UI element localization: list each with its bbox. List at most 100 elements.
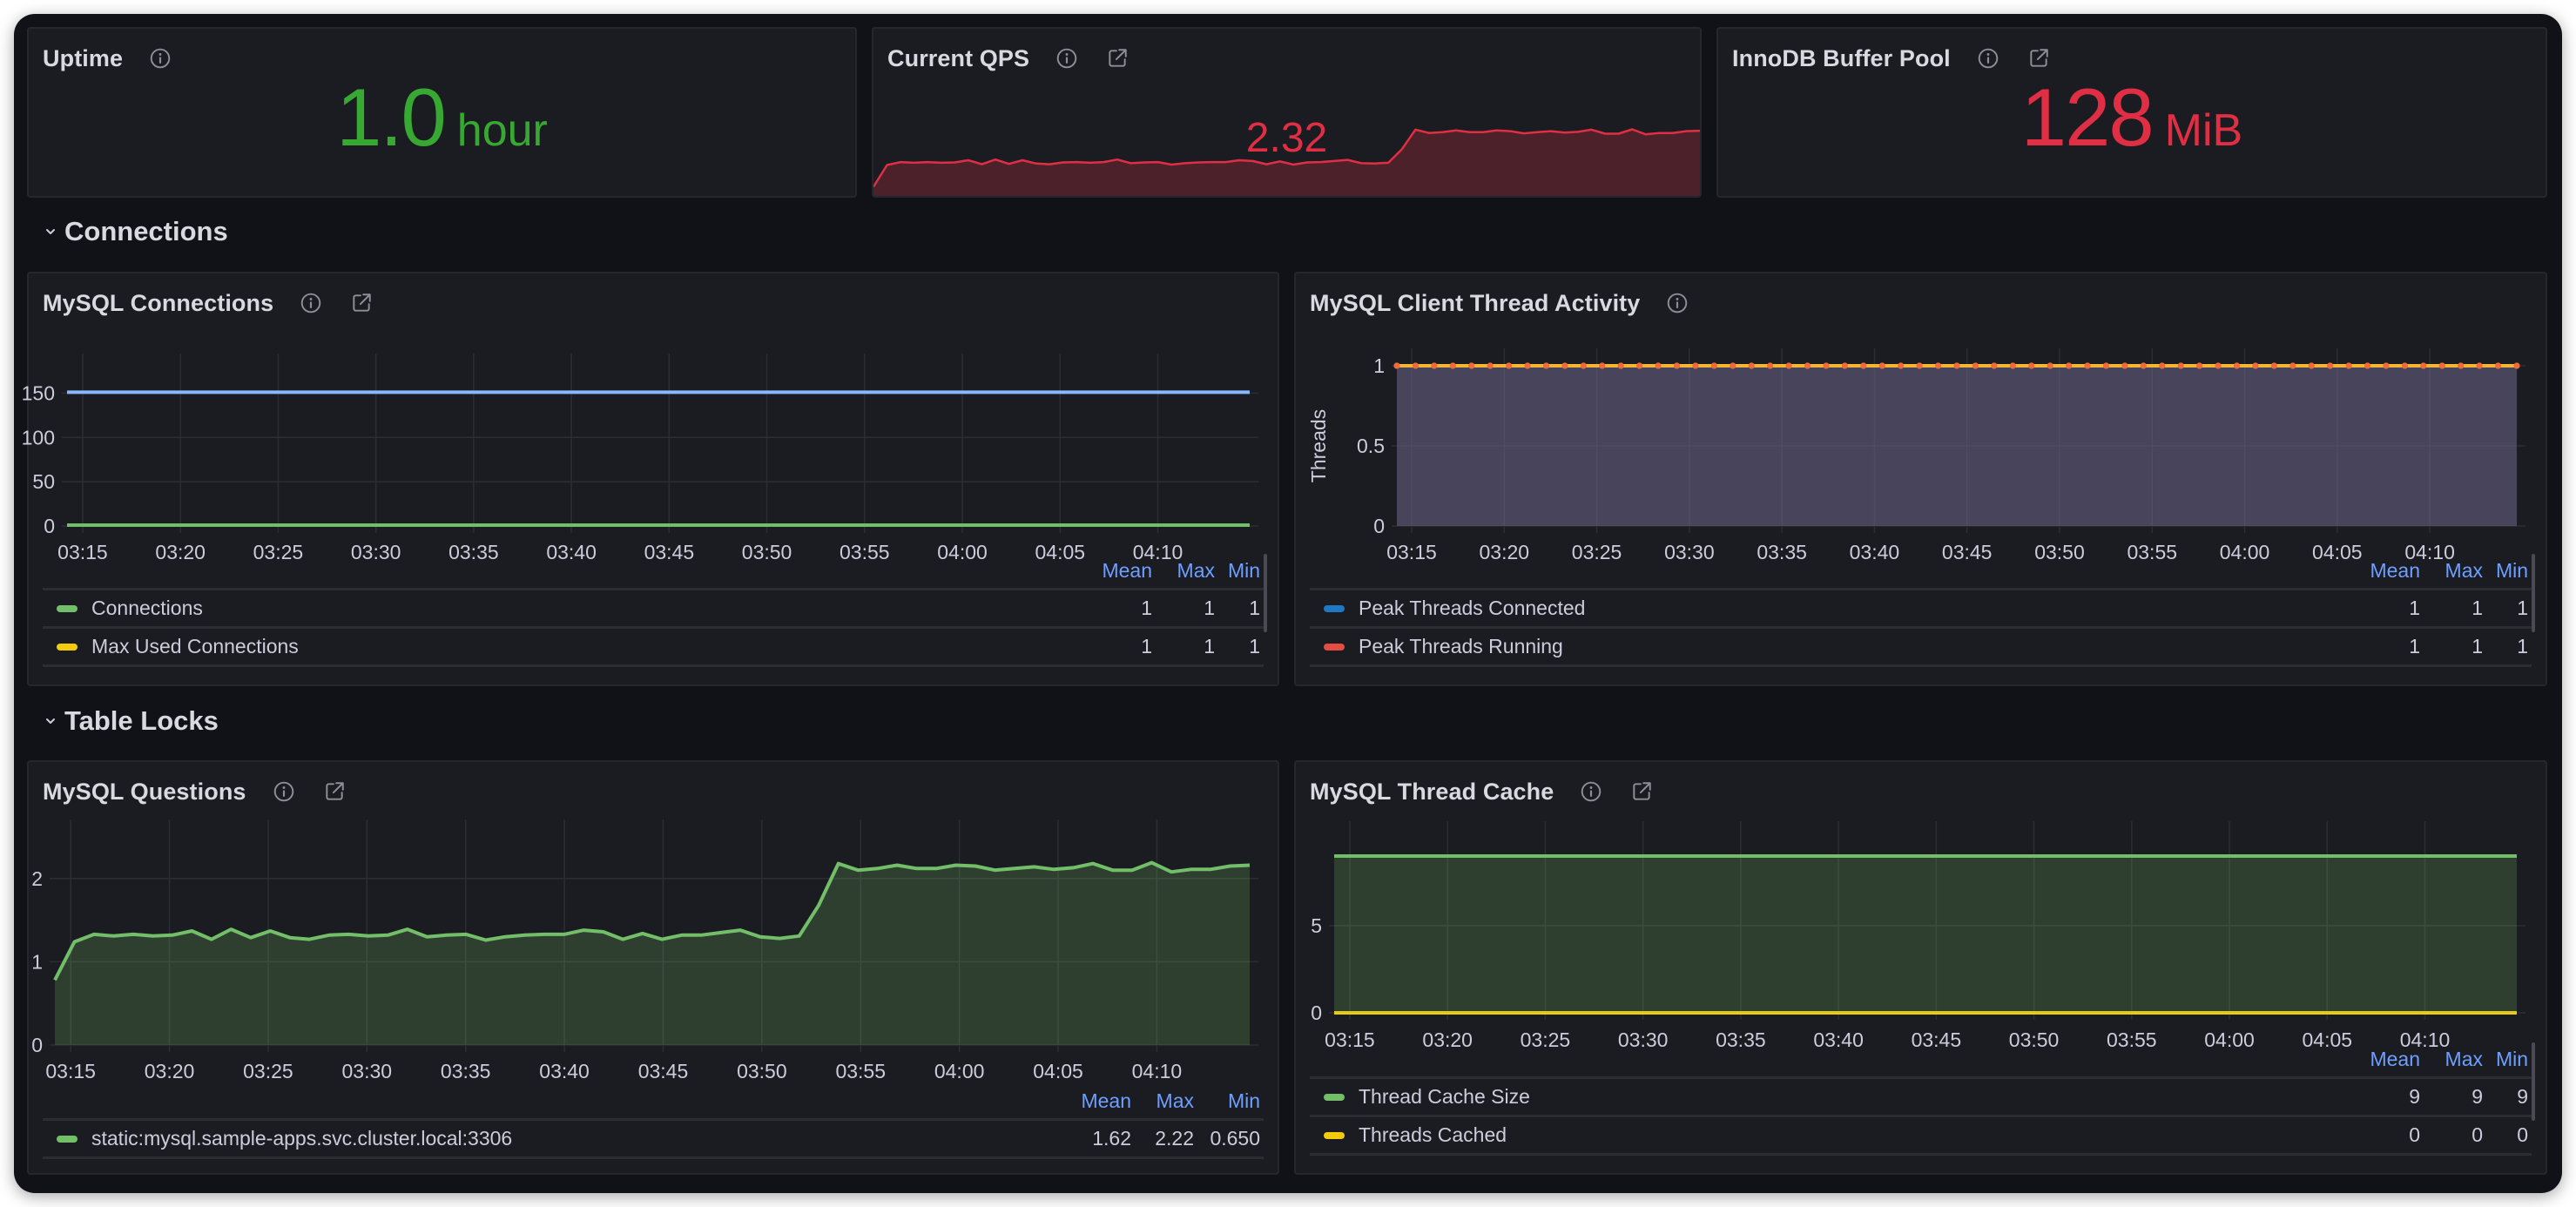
legend-column-min[interactable]: Min	[1194, 1089, 1260, 1113]
mysql-thread-cache-panel: MySQL Thread Cache 0 5 03:15 03:20 03:25 03:3…	[1294, 760, 2547, 1175]
data-point	[1655, 362, 1662, 369]
legend-column-mean[interactable]: Mean	[2342, 559, 2420, 583]
panel-header: Current QPS	[887, 41, 1129, 76]
legend-column-min[interactable]: Min	[1215, 559, 1260, 583]
legend-row[interactable]: static:mysql.sample-apps.svc.cluster.loc…	[43, 1121, 1264, 1159]
legend-header: Mean Max Min	[1310, 554, 2532, 590]
data-point	[1878, 362, 1885, 369]
info-icon[interactable]	[1977, 47, 1999, 70]
section-title[interactable]: Table Locks	[64, 705, 219, 737]
data-point	[1599, 362, 1606, 369]
legend-column-mean[interactable]: Mean	[1053, 1089, 1131, 1113]
data-point	[1524, 362, 1531, 369]
legend-row[interactable]: Thread Cache Size 9 9 9	[1310, 1079, 2532, 1117]
x-tick-label: 03:55	[835, 1060, 886, 1082]
mysql-connections-chart[interactable]: 05010015003:15 03:20 03:25 03:30 03:35 03:40 0…	[22, 273, 1278, 570]
legend-scrollbar[interactable]	[2532, 1042, 2535, 1121]
legend-column-mean[interactable]: Mean	[2342, 1048, 2420, 1071]
legend-value-min: 0	[2517, 1123, 2528, 1146]
legend-series-name[interactable]: Max Used Connections	[91, 635, 1074, 658]
y-tick-label: 0	[44, 515, 55, 537]
legend-series-name[interactable]: Peak Threads Connected	[1359, 597, 2342, 620]
legend-value-min: 1	[1249, 635, 1260, 657]
legend-scrollbar[interactable]	[1264, 554, 1267, 632]
legend-series-name[interactable]: Peak Threads Running	[1359, 635, 2342, 658]
legend-column-max[interactable]: Max	[2420, 559, 2483, 583]
legend-row[interactable]: Peak Threads Connected 1 1 1	[1310, 590, 2532, 629]
data-point	[2476, 362, 2483, 369]
innodb-buffer-pool-panel: InnoDB Buffer Pool 128 MiB	[1716, 27, 2547, 198]
data-point	[1841, 362, 1848, 369]
data-point	[1393, 362, 1400, 369]
legend-column-min[interactable]: Min	[2483, 559, 2528, 583]
legend-table: Mean Max Min Connections 1 1 1 Max Used Connect…	[43, 554, 1267, 667]
legend-swatch[interactable]	[57, 643, 78, 651]
legend-series-name[interactable]: Thread Cache Size	[1359, 1085, 2342, 1109]
legend-swatch[interactable]	[1324, 604, 1345, 612]
y-tick-label: 0	[1373, 515, 1385, 537]
mysql-client-thread-activity-chart[interactable]: 00.5103:15 03:20 03:25 03:30 03:35 03:40 03:45…	[1296, 273, 2546, 570]
data-point	[1730, 362, 1736, 369]
panel-title[interactable]: Current QPS	[887, 45, 1029, 72]
external-link-icon[interactable]	[2027, 47, 2050, 70]
legend-column-max[interactable]: Max	[1152, 559, 1215, 583]
external-link-icon[interactable]	[1106, 47, 1129, 70]
y-tick-label: 0	[31, 1034, 43, 1056]
mysql-questions-chart[interactable]: 0 1 2 03:15 03:20 03:25 03:30 03:35 03:40 03:45 03…	[29, 762, 1278, 1084]
chevron-down-icon[interactable]	[44, 714, 57, 728]
row-table-locks[interactable]: Table Locks	[44, 705, 219, 737]
uptime-panel: Uptime 1.0 hour	[27, 27, 857, 198]
panel-title[interactable]: InnoDB Buffer Pool	[1732, 45, 1951, 72]
legend-value-mean: 1	[2409, 635, 2420, 657]
legend-series-name[interactable]: Connections	[91, 597, 1074, 620]
section-title[interactable]: Connections	[64, 216, 228, 247]
data-point	[1468, 362, 1475, 369]
legend-scrollbar[interactable]	[2532, 554, 2535, 632]
legend-column-min[interactable]: Min	[2483, 1048, 2528, 1071]
x-tick-label: 03:35	[441, 1060, 491, 1082]
legend-column-mean[interactable]: Mean	[1074, 559, 1152, 583]
legend-value-min: 1	[1249, 597, 1260, 619]
legend-row[interactable]: Connections 1 1 1	[43, 590, 1264, 629]
data-point	[2196, 362, 2203, 369]
legend-swatch[interactable]	[57, 1135, 78, 1143]
info-icon[interactable]	[149, 47, 172, 70]
series-area	[1334, 856, 2517, 1013]
data-point	[2121, 362, 2128, 369]
legend-swatch[interactable]	[1324, 1131, 1345, 1139]
x-tick-label: 04:00	[934, 1060, 985, 1082]
legend-value-max: 9	[2471, 1085, 2483, 1108]
legend-series-name[interactable]: Threads Cached	[1359, 1123, 2342, 1147]
row-connections[interactable]: Connections	[44, 216, 228, 247]
y-tick-label: 50	[32, 470, 55, 493]
y-tick-label: 0.5	[1357, 435, 1385, 457]
legend-row[interactable]: Threads Cached 0 0 0	[1310, 1117, 2532, 1156]
info-icon[interactable]	[1055, 47, 1078, 70]
data-point	[2458, 362, 2465, 369]
legend-value-min: 0.650	[1210, 1127, 1260, 1150]
x-tick-label: 03:20	[145, 1060, 195, 1082]
data-point	[2270, 362, 2277, 369]
chevron-down-icon[interactable]	[44, 225, 57, 239]
legend-row[interactable]: Peak Threads Running 1 1 1	[1310, 629, 2532, 667]
y-tick-label: 2	[31, 867, 43, 890]
legend-column-max[interactable]: Max	[2420, 1048, 2483, 1071]
stat-number: 1.0	[336, 71, 447, 163]
legend-series-name[interactable]: static:mysql.sample-apps.svc.cluster.loc…	[91, 1127, 1053, 1150]
data-point	[1580, 362, 1587, 369]
y-tick-label: 100	[22, 426, 55, 448]
panel-title[interactable]: Uptime	[43, 45, 123, 72]
legend-column-max[interactable]: Max	[1131, 1089, 1194, 1113]
legend-swatch[interactable]	[57, 604, 78, 612]
legend-row[interactable]: Max Used Connections 1 1 1	[43, 629, 1264, 667]
data-point	[1710, 362, 1717, 369]
mysql-connections-panel: MySQL Connections 0 50 100 150 03:15 03:20 03:…	[22, 272, 1279, 686]
data-point	[2308, 362, 2315, 369]
legend-swatch[interactable]	[1324, 1093, 1345, 1101]
legend-header: Mean Max Min	[43, 554, 1264, 590]
stat-number: 2.32	[1245, 115, 1328, 161]
legend-swatch[interactable]	[1324, 643, 1345, 651]
mysql-thread-cache-chart[interactable]: 0503:15 03:20 03:25 03:30 03:35 03:40 03:45 03:…	[1296, 762, 2546, 1058]
legend-value-min: 9	[2517, 1085, 2528, 1108]
data-point	[2102, 362, 2110, 369]
